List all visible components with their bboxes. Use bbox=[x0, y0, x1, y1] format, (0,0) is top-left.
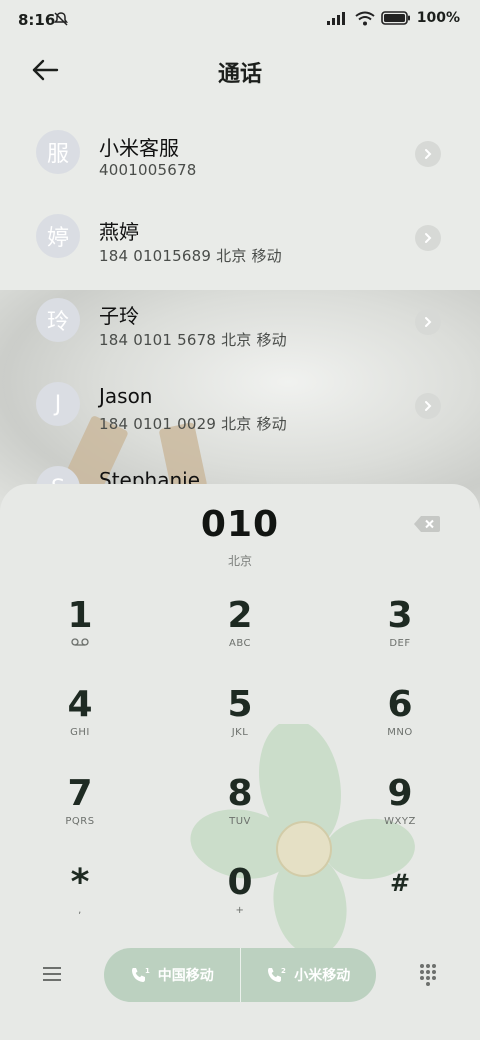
battery-percent: 100% bbox=[416, 10, 460, 26]
app-header: 通话 bbox=[0, 44, 480, 96]
dial-key-1[interactable]: 1 bbox=[30, 596, 130, 668]
dial-key-6[interactable]: 6 MNO bbox=[350, 685, 450, 757]
dial-key-7[interactable]: 7 PQRS bbox=[30, 774, 130, 846]
signal-icon bbox=[326, 12, 345, 25]
contact-number: 184 01015689 北京 移动 bbox=[99, 247, 282, 265]
contact-name: 小米客服 bbox=[99, 136, 179, 160]
dial-key-9[interactable]: 9 WXYZ bbox=[350, 774, 450, 846]
number-location: 北京 bbox=[227, 554, 252, 568]
sim1-label: 中国移动 bbox=[157, 968, 214, 984]
dial-key-5[interactable]: 5 JKL bbox=[190, 685, 290, 757]
dial-key-4[interactable]: 4 GHI bbox=[30, 685, 130, 757]
contact-number: 184 0101 0029 北京 移动 bbox=[99, 415, 287, 433]
status-bar: 8:16 100% bbox=[0, 0, 480, 40]
phone-sim1-icon: 1 bbox=[131, 967, 150, 982]
contact-name: 子玲 bbox=[99, 304, 139, 328]
contact-row[interactable]: 服 小米客服 4001005678 bbox=[0, 112, 480, 196]
contact-number: 184 0101 5678 北京 移动 bbox=[99, 331, 287, 349]
dial-key-3[interactable]: 3 DEF bbox=[350, 596, 450, 668]
call-sim1-button[interactable]: 1 中国移动 bbox=[104, 948, 240, 1002]
status-time: 8:16 bbox=[18, 11, 56, 29]
dial-key-hash[interactable]: # bbox=[350, 863, 450, 935]
status-icons: 100% bbox=[326, 10, 460, 26]
chevron-right-icon[interactable] bbox=[415, 309, 441, 335]
svg-text:2: 2 bbox=[281, 967, 286, 975]
svg-text:1: 1 bbox=[145, 967, 150, 975]
menu-icon[interactable] bbox=[40, 964, 64, 984]
dial-input-display: 010 bbox=[200, 504, 280, 545]
backspace-icon[interactable] bbox=[413, 514, 441, 534]
page-title: 通话 bbox=[217, 62, 262, 87]
contact-row[interactable]: J Jason 184 0101 0029 北京 移动 bbox=[0, 364, 480, 448]
chevron-right-icon[interactable] bbox=[415, 141, 441, 167]
dialpad-grid-icon[interactable] bbox=[418, 962, 438, 986]
contact-row[interactable]: 玲 子玲 184 0101 5678 北京 移动 bbox=[0, 280, 480, 364]
contact-row[interactable]: 婷 燕婷 184 01015689 北京 移动 bbox=[0, 196, 480, 280]
battery-icon bbox=[380, 11, 410, 25]
chevron-right-icon[interactable] bbox=[415, 225, 441, 251]
bell-muted-icon bbox=[54, 12, 68, 26]
contact-name: 燕婷 bbox=[99, 220, 139, 244]
dial-key-8[interactable]: 8 TUV bbox=[190, 774, 290, 846]
avatar: 玲 bbox=[36, 298, 80, 342]
contact-list: 服 小米客服 4001005678 婷 燕婷 184 01015689 北京 移… bbox=[0, 112, 480, 532]
contact-name: Jason bbox=[99, 384, 153, 408]
call-sim2-button[interactable]: 2 小米移动 bbox=[239, 948, 377, 1002]
chevron-right-icon[interactable] bbox=[415, 393, 441, 419]
bottom-action-bar: 1 中国移动 2 小米移动 bbox=[0, 946, 480, 1006]
avatar: J bbox=[36, 382, 80, 426]
avatar: 服 bbox=[36, 130, 80, 174]
contact-number: 4001005678 bbox=[99, 161, 197, 179]
phone-sim2-icon: 2 bbox=[268, 967, 286, 982]
voicemail-icon bbox=[30, 638, 130, 652]
wifi-icon bbox=[355, 11, 375, 25]
dial-key-2[interactable]: 2 ABC bbox=[190, 596, 290, 668]
dial-key-star[interactable]: * , bbox=[30, 863, 130, 935]
sim2-label: 小米移动 bbox=[294, 968, 351, 984]
call-button-group: 1 中国移动 2 小米移动 bbox=[104, 948, 376, 1002]
avatar: 婷 bbox=[36, 214, 80, 258]
dial-key-0[interactable]: 0 + bbox=[190, 863, 290, 935]
